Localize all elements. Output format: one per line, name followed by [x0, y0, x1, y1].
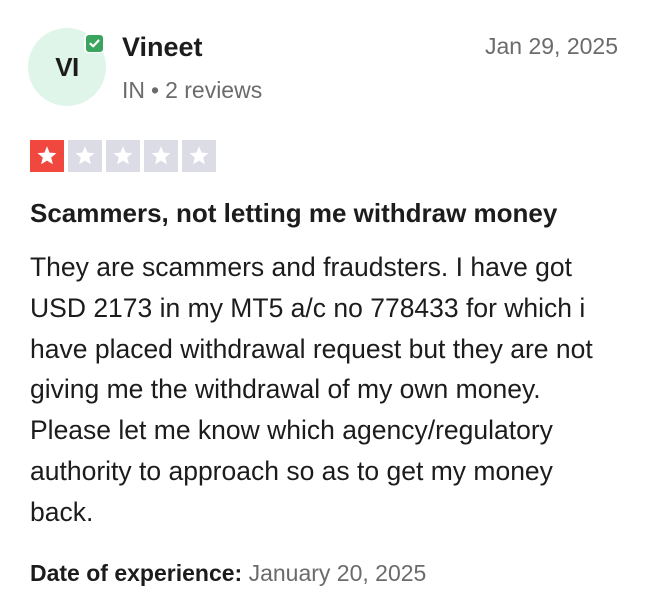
- star-icon: [189, 146, 209, 165]
- star-empty: [182, 140, 216, 172]
- star-icon: [151, 146, 171, 165]
- verified-check-icon: [85, 34, 103, 52]
- avatar-initials: VI: [55, 51, 79, 82]
- star-icon: [113, 146, 133, 165]
- star-icon: [75, 146, 95, 165]
- review-card: VI Vineet IN • 2 reviews Jan 29, 2025 Scam…: [0, 0, 648, 600]
- experience-date: January 20, 2025: [248, 560, 427, 586]
- star-icon: [37, 146, 57, 165]
- meta-separator: •: [151, 77, 160, 103]
- review-title[interactable]: Scammers, not letting me withdraw money: [30, 196, 557, 230]
- star-filled: [30, 140, 64, 172]
- review-date: Jan 29, 2025: [484, 33, 618, 59]
- experience-label: Date of experience:: [30, 560, 243, 586]
- star-empty: [106, 140, 140, 172]
- reviewer-name-link[interactable]: Vineet: [122, 30, 203, 64]
- star-rating: [30, 140, 216, 172]
- star-empty: [144, 140, 178, 172]
- reviewer-review-count[interactable]: 2 reviews: [165, 77, 262, 103]
- reviewer-country: IN: [122, 77, 145, 103]
- star-empty: [68, 140, 102, 172]
- review-body: They are scammers and fraudsters. I have…: [30, 252, 593, 527]
- verified-badge: [84, 33, 104, 53]
- date-of-experience: Date of experience: January 20, 2025: [30, 558, 426, 588]
- reviewer-meta: IN • 2 reviews: [122, 75, 262, 105]
